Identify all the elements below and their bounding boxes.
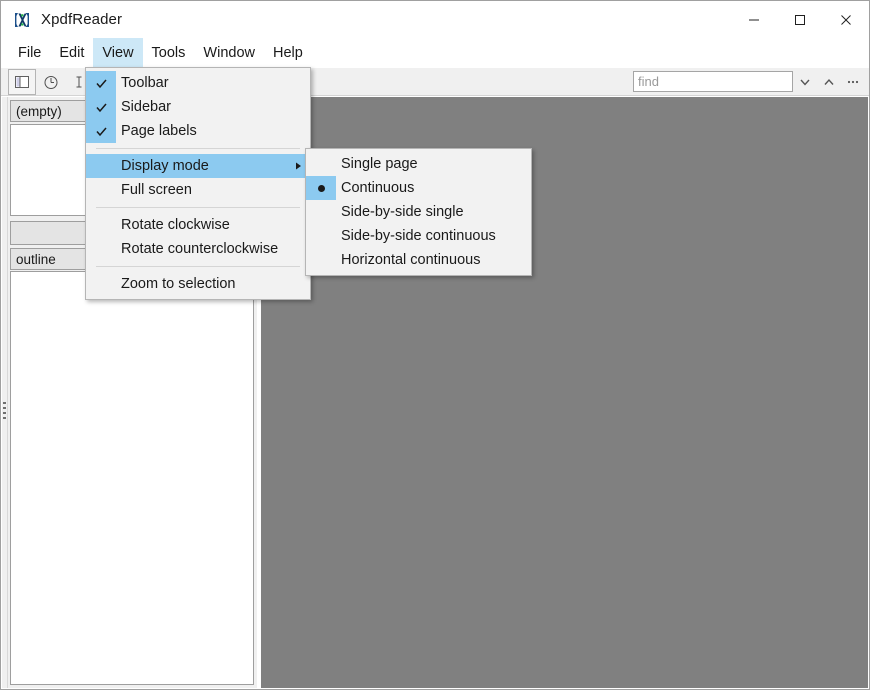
window-controls [731, 1, 869, 38]
close-icon [841, 14, 851, 25]
thumbnail-panel[interactable] [10, 124, 88, 216]
menu-item-mark-empty [86, 154, 116, 178]
ellipsis-icon [847, 80, 859, 83]
menu-separator [96, 266, 300, 267]
window-title: XpdfReader [41, 11, 123, 28]
menu-item-mark-empty [306, 248, 336, 272]
find-options-button[interactable] [841, 71, 865, 93]
menu-item-label: Page labels [121, 123, 197, 139]
find-previous-button[interactable] [817, 71, 841, 93]
check-icon [86, 71, 116, 95]
minimize-button[interactable] [731, 1, 777, 38]
menu-item-label: Rotate clockwise [121, 217, 230, 233]
title-bar: XpdfReader [1, 1, 869, 38]
menu-item-mark-empty [306, 224, 336, 248]
maximize-button[interactable] [777, 1, 823, 38]
menu-item-label: Full screen [121, 182, 192, 198]
menu-item-mark-empty [86, 237, 116, 261]
menu-separator [96, 148, 300, 149]
menu-item-label: Side-by-side continuous [341, 228, 496, 244]
menu-item-label: Rotate counterclockwise [121, 241, 279, 257]
menu-item-label: Sidebar [121, 99, 171, 115]
find-next-button[interactable] [793, 71, 817, 93]
sidebar-mini-bar [10, 221, 88, 245]
menu-item-toolbar[interactable]: Toolbar [86, 71, 310, 95]
menu-separator [96, 207, 300, 208]
sidebar-toggle-button[interactable] [8, 68, 36, 95]
menubar-item-file[interactable]: File [9, 38, 50, 68]
menu-item-mark-empty [86, 213, 116, 237]
menubar-item-help[interactable]: Help [264, 38, 312, 68]
menu-item-full-screen[interactable]: Full screen [86, 178, 310, 202]
history-button[interactable] [38, 70, 64, 94]
menu-item-label: Continuous [341, 180, 415, 196]
menu-item-label: Toolbar [121, 75, 169, 91]
menu-item-rotate-counterclockwise[interactable]: Rotate counterclockwise [86, 237, 310, 261]
chevron-up-icon [824, 78, 834, 85]
menu-item-side-by-side-continuous[interactable]: Side-by-side continuous [306, 224, 531, 248]
xpdf-logo-icon [13, 11, 31, 29]
menu-item-mark-empty [306, 152, 336, 176]
check-icon [86, 119, 116, 143]
outline-panel[interactable] [10, 271, 254, 685]
close-button[interactable] [823, 1, 869, 38]
splitter-grip[interactable] [3, 402, 6, 420]
menubar-item-tools[interactable]: Tools [143, 38, 195, 68]
outline-tab-label: outline [16, 251, 56, 267]
view-menu: Toolbar Sidebar Page labels Display mode [85, 67, 311, 300]
menu-item-label: Zoom to selection [121, 276, 236, 292]
menu-item-continuous[interactable]: Continuous [306, 176, 531, 200]
sidebar-panel-icon [15, 75, 29, 88]
menubar-item-window[interactable]: Window [194, 38, 264, 68]
menu-item-single-page[interactable]: Single page [306, 152, 531, 176]
menu-item-mark-empty [86, 272, 116, 296]
menu-item-side-by-side-single[interactable]: Side-by-side single [306, 200, 531, 224]
check-icon [86, 95, 116, 119]
application-window: XpdfReader File Edit View Tools Window H… [0, 0, 870, 690]
chevron-down-icon [800, 79, 810, 86]
maximize-icon [795, 14, 805, 25]
thumbnail-type-value: (empty) [16, 103, 62, 119]
menu-item-rotate-clockwise[interactable]: Rotate clockwise [86, 213, 310, 237]
menu-item-display-mode[interactable]: Display mode [86, 154, 310, 178]
menu-item-sidebar[interactable]: Sidebar [86, 95, 310, 119]
menu-bar: File Edit View Tools Window Help [1, 38, 869, 68]
menu-item-label: Side-by-side single [341, 204, 464, 220]
menu-item-mark-empty [86, 178, 116, 202]
menubar-item-edit[interactable]: Edit [50, 38, 93, 68]
find-input[interactable] [633, 71, 793, 92]
menu-item-label: Display mode [121, 158, 209, 174]
radio-selected-icon [306, 176, 336, 200]
menu-item-label: Single page [341, 156, 418, 172]
display-mode-submenu: Single page Continuous Side-by-side sing… [305, 148, 532, 276]
menu-item-mark-empty [306, 200, 336, 224]
menu-item-horizontal-continuous[interactable]: Horizontal continuous [306, 248, 531, 272]
thumbnail-type-combo[interactable]: (empty) [10, 100, 88, 122]
menubar-item-view[interactable]: View [93, 38, 143, 68]
menu-item-zoom-to-selection[interactable]: Zoom to selection [86, 272, 310, 296]
minimize-icon [749, 19, 759, 20]
clock-icon [44, 75, 58, 89]
outline-tab[interactable]: outline [10, 248, 88, 270]
menu-item-label: Horizontal continuous [341, 252, 481, 268]
menu-item-page-labels[interactable]: Page labels [86, 119, 310, 143]
